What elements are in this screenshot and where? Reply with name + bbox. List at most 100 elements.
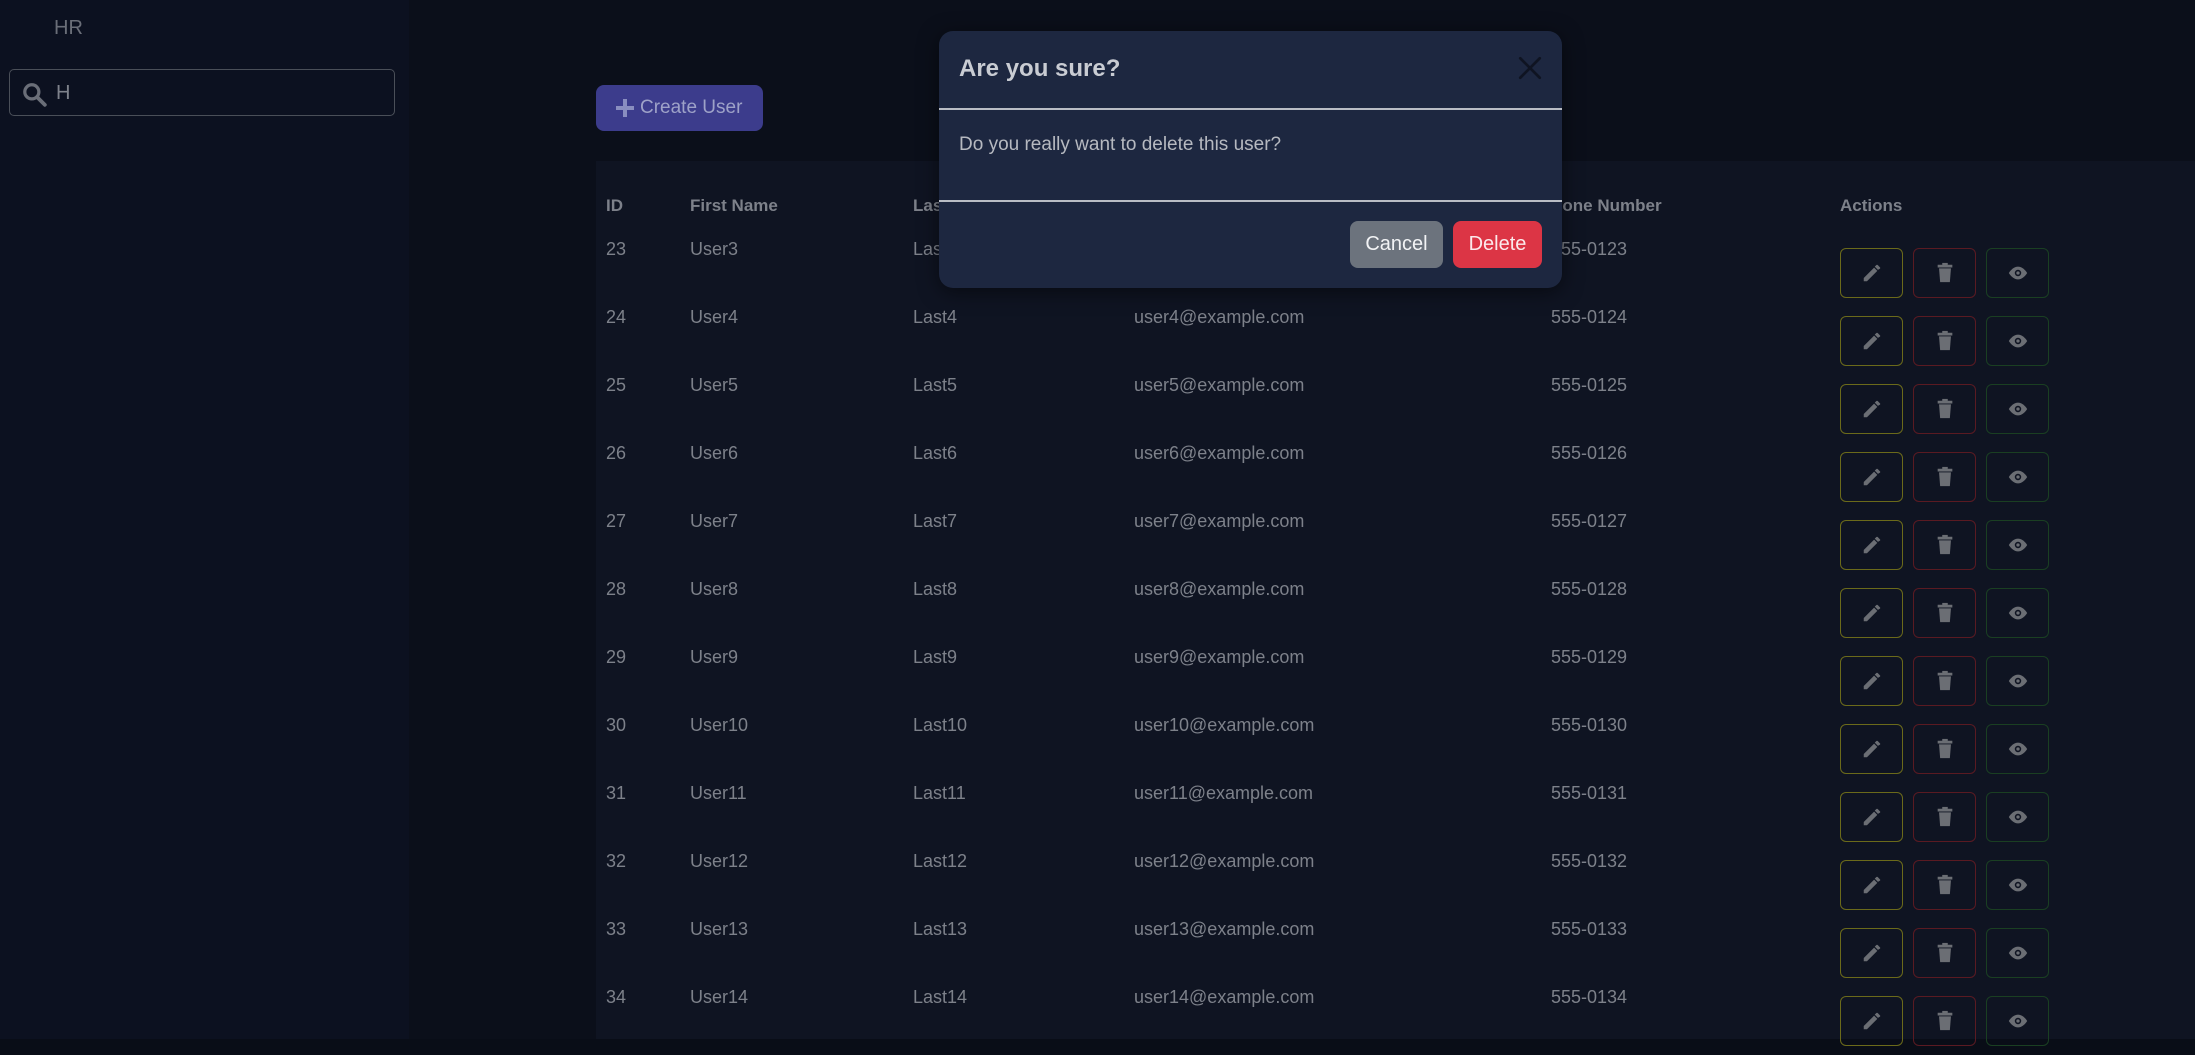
trash-icon — [1937, 534, 1952, 555]
cell-first-name: User5 — [690, 375, 739, 395]
cell-first-name: User12 — [690, 851, 749, 871]
confirm-delete-modal: Are you sure? Do you really want to dele… — [939, 31, 1562, 288]
edit-button[interactable] — [1840, 316, 1903, 366]
delete-row-button[interactable] — [1913, 928, 1976, 978]
cell-first-name: User3 — [690, 239, 739, 259]
view-button[interactable] — [1986, 248, 2049, 298]
cell-email: user4@example.com — [1134, 307, 1305, 327]
view-button[interactable] — [1986, 452, 2049, 502]
view-button[interactable] — [1986, 520, 2049, 570]
sidebar: HR — [0, 0, 409, 1039]
pencil-icon — [1863, 808, 1880, 826]
table-row: 24 User4 Last4 user4@example.com 555-0124 — [596, 307, 2195, 375]
cell-id: 23 — [606, 239, 627, 259]
cell-id: 24 — [606, 307, 627, 327]
view-button[interactable] — [1986, 860, 2049, 910]
create-user-button[interactable]: Create User — [596, 85, 763, 131]
search-input[interactable] — [56, 78, 376, 108]
cell-first-name: User4 — [690, 307, 739, 327]
trash-icon — [1937, 262, 1952, 283]
delete-row-button[interactable] — [1913, 656, 1976, 706]
cell-email: user5@example.com — [1134, 375, 1305, 395]
delete-row-button[interactable] — [1913, 316, 1976, 366]
cell-phone: 555-0123 — [1551, 239, 1628, 259]
modal-message: Do you really want to delete this user? — [959, 134, 1282, 155]
cell-id: 28 — [606, 579, 627, 599]
cell-id: 30 — [606, 715, 627, 735]
delete-row-button[interactable] — [1913, 520, 1976, 570]
pencil-icon — [1863, 672, 1880, 690]
cell-id: 34 — [606, 987, 627, 1007]
cell-last-name: Last6 — [913, 443, 958, 463]
delete-row-button[interactable] — [1913, 792, 1976, 842]
cell-first-name: User13 — [690, 919, 749, 939]
cell-first-name: User14 — [690, 987, 749, 1007]
header-phone: hone Number — [1552, 196, 1662, 215]
cancel-button[interactable]: Cancel — [1350, 221, 1443, 268]
pencil-icon — [1863, 400, 1880, 418]
cell-first-name: User8 — [690, 579, 739, 599]
pencil-icon — [1863, 1012, 1880, 1030]
eye-icon — [2008, 266, 2027, 280]
edit-button[interactable] — [1840, 248, 1903, 298]
edit-button[interactable] — [1840, 452, 1903, 502]
cell-last-name: Last10 — [913, 715, 968, 735]
edit-button[interactable] — [1840, 588, 1903, 638]
edit-button[interactable] — [1840, 792, 1903, 842]
delete-button[interactable]: Delete — [1453, 221, 1542, 268]
header-id: ID — [606, 196, 623, 215]
eye-icon — [2008, 1014, 2027, 1028]
pencil-icon — [1863, 468, 1880, 486]
cell-email: user14@example.com — [1134, 987, 1315, 1007]
view-button[interactable] — [1986, 656, 2049, 706]
delete-row-button[interactable] — [1913, 452, 1976, 502]
cell-email: user11@example.com — [1134, 783, 1314, 803]
view-button[interactable] — [1986, 792, 2049, 842]
table-row: 29 User9 Last9 user9@example.com 555-0129 — [596, 647, 2195, 715]
search-box[interactable] — [9, 69, 395, 116]
delete-row-button[interactable] — [1913, 384, 1976, 434]
cell-phone: 555-0131 — [1551, 783, 1628, 803]
cell-first-name: User9 — [690, 647, 739, 667]
cell-id: 32 — [606, 851, 627, 871]
create-user-label: Create User — [640, 97, 743, 118]
cell-id: 31 — [606, 783, 627, 803]
eye-icon — [2008, 538, 2027, 552]
cell-phone: 555-0124 — [1551, 307, 1628, 327]
trash-icon — [1937, 398, 1952, 419]
table-row: 28 User8 Last8 user8@example.com 555-0128 — [596, 579, 2195, 647]
delete-row-button[interactable] — [1913, 588, 1976, 638]
delete-row-button[interactable] — [1913, 860, 1976, 910]
plus-icon — [616, 99, 634, 117]
pencil-icon — [1863, 604, 1880, 622]
delete-row-button[interactable] — [1913, 248, 1976, 298]
cell-last-name: Last5 — [913, 375, 958, 395]
header-actions: Actions — [1840, 196, 1903, 215]
cell-id: 25 — [606, 375, 627, 395]
edit-button[interactable] — [1840, 928, 1903, 978]
view-button[interactable] — [1986, 724, 2049, 774]
eye-icon — [2008, 946, 2027, 960]
trash-icon — [1937, 874, 1952, 895]
close-icon[interactable] — [1517, 55, 1543, 81]
cell-email: user6@example.com — [1134, 443, 1305, 463]
pencil-icon — [1863, 332, 1880, 350]
edit-button[interactable] — [1840, 860, 1903, 910]
edit-button[interactable] — [1840, 724, 1903, 774]
eye-icon — [2008, 878, 2027, 892]
delete-row-button[interactable] — [1913, 724, 1976, 774]
edit-button[interactable] — [1840, 384, 1903, 434]
trash-icon — [1937, 738, 1952, 759]
edit-button[interactable] — [1840, 656, 1903, 706]
view-button[interactable] — [1986, 928, 2049, 978]
view-button[interactable] — [1986, 316, 2049, 366]
cell-id: 33 — [606, 919, 627, 939]
brand-label: HR — [54, 17, 83, 39]
table-row: 25 User5 Last5 user5@example.com 555-0125 — [596, 375, 2195, 443]
cell-first-name: User7 — [690, 511, 739, 531]
view-button[interactable] — [1986, 588, 2049, 638]
eye-icon — [2008, 334, 2027, 348]
edit-button[interactable] — [1840, 520, 1903, 570]
cell-phone: 555-0134 — [1551, 987, 1628, 1007]
view-button[interactable] — [1986, 384, 2049, 434]
